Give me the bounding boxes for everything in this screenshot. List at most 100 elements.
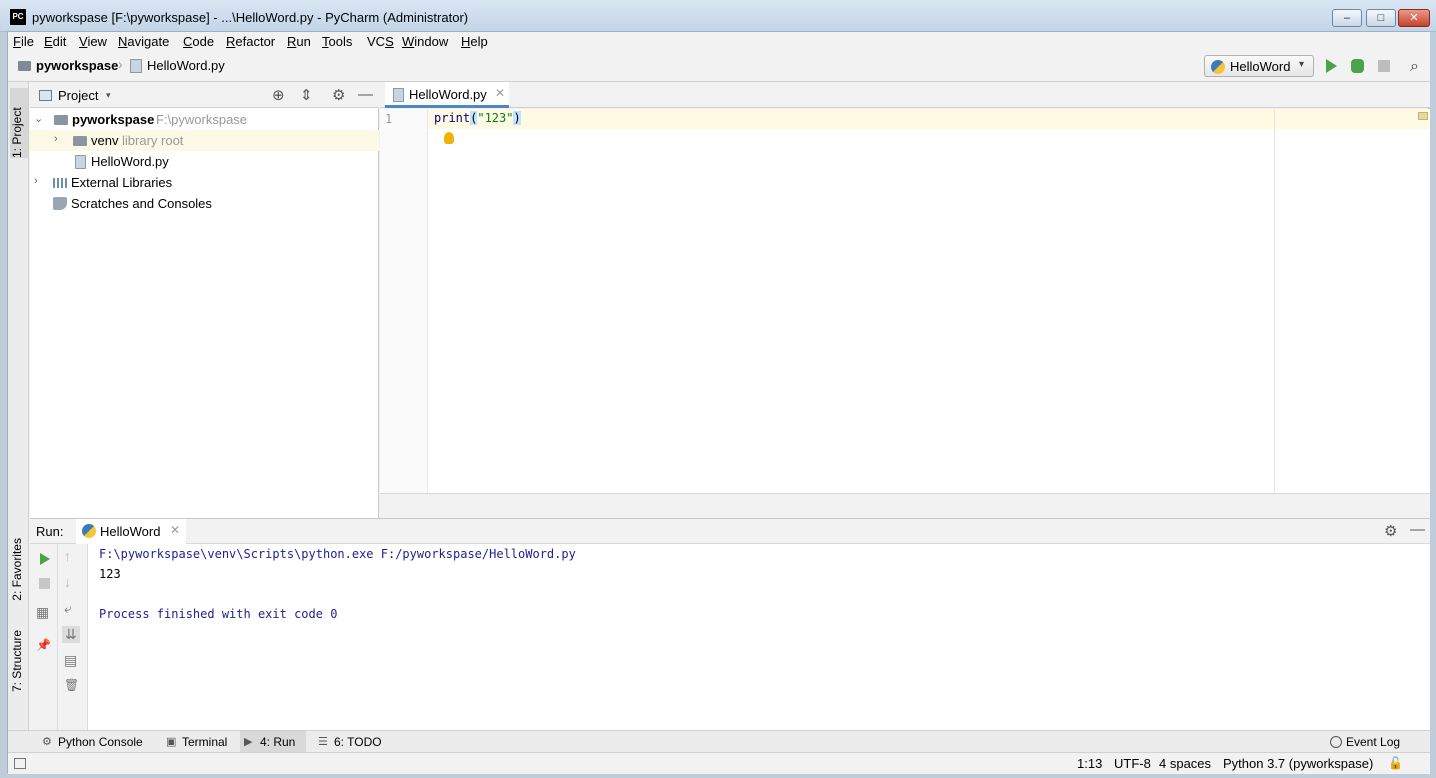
soft-wrap-icon[interactable]: ⤶	[64, 600, 72, 617]
run-button[interactable]	[1326, 59, 1337, 73]
file-encoding[interactable]: UTF-8	[1114, 756, 1151, 771]
console-line-command: F:\pyworkspase\venv\Scripts\python.exe F…	[99, 547, 576, 561]
run-tab-helloword[interactable]: HelloWord ✕	[76, 519, 186, 544]
menu-run[interactable]: Run	[287, 34, 311, 49]
layout-icon[interactable]: ▦	[36, 604, 49, 621]
current-line-highlight	[428, 109, 1430, 129]
tool-tab-run[interactable]: ▶ 4: Run	[240, 731, 306, 753]
run-configuration-select[interactable]: HelloWord ▾	[1204, 55, 1314, 77]
folder-icon	[18, 61, 31, 71]
menu-edit[interactable]: Edit	[44, 34, 66, 49]
arrow-down-icon[interactable]: ↓	[64, 574, 71, 590]
menu-navigate[interactable]: Navigate	[118, 34, 169, 49]
run-console-output[interactable]: F:\pyworkspase\venv\Scripts\python.exe F…	[88, 544, 1430, 730]
lightbulb-icon[interactable]	[444, 132, 454, 144]
menu-tools[interactable]: Tools	[322, 34, 352, 49]
editor-bottom-area	[380, 493, 1430, 518]
project-view-icon	[39, 90, 52, 101]
menu-file[interactable]: File	[13, 34, 34, 49]
tree-item-label: Scratches and Consoles	[71, 196, 212, 211]
pin-icon[interactable]: 📌	[36, 638, 51, 652]
arrow-up-icon[interactable]: ↑	[64, 548, 71, 564]
python-console-icon: ⚙	[42, 736, 52, 748]
event-log-button[interactable]: Event Log	[1330, 731, 1400, 753]
scroll-to-end-icon[interactable]: ⇊	[62, 626, 80, 643]
chevron-down-icon[interactable]: ▾	[106, 90, 111, 101]
console-line-output: 123	[99, 567, 121, 581]
code-line[interactable]: print("123")	[434, 111, 521, 125]
editor-tab-bar: HelloWord.py ✕	[380, 82, 1430, 108]
tree-item-label: HelloWord.py	[91, 154, 169, 169]
tool-tab-python-console[interactable]: ⚙ Python Console	[38, 731, 143, 753]
python-interpreter[interactable]: Python 3.7 (pyworkspase)	[1223, 756, 1373, 771]
project-view-select[interactable]: Project	[58, 88, 98, 103]
debug-button[interactable]	[1351, 59, 1364, 73]
tool-tab-project[interactable]: 1: Project	[10, 88, 28, 158]
close-icon[interactable]: ✕	[495, 86, 505, 100]
hide-panel-icon[interactable]: —	[358, 86, 373, 103]
breadcrumb-file[interactable]: HelloWord.py	[147, 58, 225, 73]
project-panel-header: Project ▾ ⊕ ⇕ ⚙ —	[30, 82, 379, 108]
tree-item-helloword[interactable]: HelloWord.py	[30, 151, 379, 172]
terminal-icon: ▣	[166, 736, 177, 748]
toggle-tool-windows-icon[interactable]	[14, 758, 26, 769]
indent-setting[interactable]: 4 spaces	[1159, 756, 1211, 771]
close-window-button[interactable]: ✕	[1398, 9, 1430, 27]
chevron-down-icon: ▾	[1299, 59, 1305, 70]
menu-view[interactable]: View	[79, 34, 107, 49]
folder-icon	[54, 115, 68, 125]
menu-code[interactable]: Code	[183, 34, 214, 49]
tree-item-external-libraries[interactable]: › External Libraries	[30, 172, 379, 193]
tree-item-venv[interactable]: › venv library root	[30, 130, 379, 151]
menu-bar: File Edit View Navigate Code Refactor Ru…	[8, 32, 1430, 52]
minimize-button[interactable]: –	[1332, 9, 1362, 27]
menu-refactor[interactable]: Refactor	[226, 34, 275, 49]
navigation-bar: pyworkspase › HelloWord.py HelloWord ▾ ⌕	[8, 52, 1430, 82]
scrollbar-marker[interactable]	[1418, 112, 1428, 120]
chevron-right-icon[interactable]: ›	[54, 133, 58, 145]
hide-panel-icon[interactable]: —	[1410, 521, 1425, 538]
trash-icon[interactable]: 🗑	[64, 678, 79, 692]
tool-tab-terminal[interactable]: ▣ Terminal	[162, 731, 227, 753]
code-editor[interactable]: 1 print("123")	[380, 109, 1430, 493]
tool-tab-structure[interactable]: 7: Structure	[10, 630, 24, 692]
code-string: "123"	[477, 111, 514, 125]
stop-button[interactable]	[1378, 60, 1390, 72]
tree-item-project-root[interactable]: ⌄ pyworkspase F:\pyworkspase	[30, 109, 379, 130]
editor-tab-helloword[interactable]: HelloWord.py ✕	[385, 82, 509, 108]
tree-item-label: External Libraries	[71, 175, 173, 190]
breadcrumb-separator: ›	[118, 56, 123, 72]
library-icon	[53, 178, 67, 188]
stop-button[interactable]	[39, 578, 50, 589]
project-panel: Project ▾ ⊕ ⇕ ⚙ — ⌄ pyworkspase F:\pywor…	[30, 82, 379, 518]
print-icon[interactable]: ▤	[64, 652, 77, 669]
menu-vcs[interactable]: VCS	[367, 34, 394, 49]
caret-position[interactable]: 1:13	[1077, 756, 1102, 771]
rerun-button[interactable]	[40, 553, 50, 565]
run-icon: ▶	[244, 736, 253, 748]
folder-icon	[73, 136, 87, 146]
tool-tab-label: 4: Run	[260, 735, 296, 749]
gear-icon[interactable]: ⚙	[332, 86, 345, 104]
tree-item-label: pyworkspase	[72, 112, 155, 127]
python-file-icon	[75, 155, 86, 169]
menu-help[interactable]: Help	[461, 34, 488, 49]
status-bar: 1:13 UTF-8 4 spaces Python 3.7 (pyworksp…	[8, 752, 1430, 774]
chevron-down-icon[interactable]: ⌄	[34, 112, 43, 125]
tool-tab-favorites[interactable]: 2: Favorites	[10, 538, 24, 601]
search-icon[interactable]: ⌕	[1410, 58, 1428, 76]
tree-item-scratches[interactable]: Scratches and Consoles	[30, 193, 379, 214]
locate-icon[interactable]: ⊕	[272, 86, 285, 104]
gear-icon[interactable]: ⚙	[1384, 522, 1397, 540]
close-icon[interactable]: ✕	[170, 523, 180, 537]
breadcrumb-project[interactable]: pyworkspase	[36, 58, 118, 73]
collapse-all-icon[interactable]: ⇕	[300, 86, 313, 104]
menu-window[interactable]: Window	[402, 34, 448, 49]
line-number: 1	[385, 112, 393, 126]
window-title-bar: PC pyworkspase [F:\pyworkspase] - ...\He…	[0, 0, 1436, 32]
chevron-right-icon[interactable]: ›	[34, 175, 38, 187]
lock-icon[interactable]: 🔓	[1388, 756, 1403, 770]
console-line-exit: Process finished with exit code 0	[99, 607, 338, 621]
maximize-button[interactable]: □	[1366, 9, 1396, 27]
tool-tab-todo[interactable]: ☰ 6: TODO	[314, 731, 382, 753]
